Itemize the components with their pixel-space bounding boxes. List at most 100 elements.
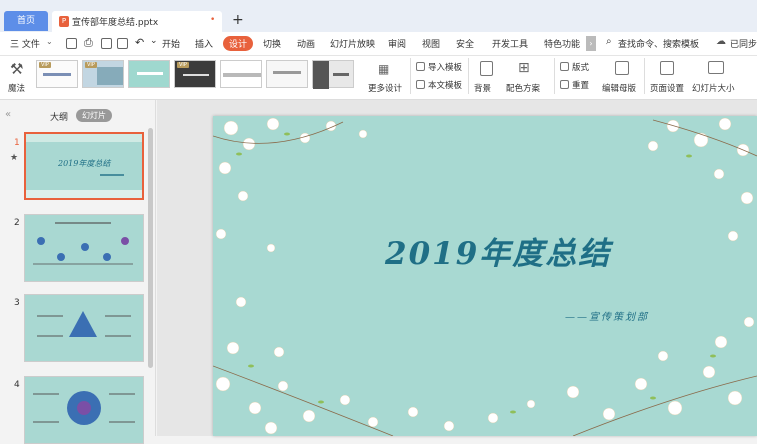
tab-document[interactable]: P 宣传部年度总结.pptx • (52, 11, 222, 32)
slide-thumbnail-1[interactable]: 2019年度总结 (24, 132, 144, 200)
ribbon-divider (644, 58, 645, 94)
template-icon (416, 80, 425, 89)
slide-number: 4 (14, 380, 20, 390)
undo-icon[interactable]: ↶ (135, 36, 144, 49)
slide-number: 2 (14, 218, 20, 228)
edit-master-label: 编辑母版 (602, 84, 637, 94)
file-menu[interactable]: 三 文件 (10, 37, 40, 50)
magic-label: 魔法 (8, 84, 26, 94)
tab-slides[interactable]: 幻灯片 (76, 109, 112, 122)
reset-button[interactable]: 重置 (558, 78, 600, 92)
layout-icon (560, 62, 569, 71)
vip-badge: VIP (85, 62, 97, 68)
color-scheme-icon: ⊞ (518, 60, 530, 76)
thumb-title: 2019年度总结 (58, 159, 111, 168)
cloud-sync-icon[interactable]: ☁ (716, 36, 726, 47)
slide-thumbnail-3[interactable] (24, 294, 144, 362)
chevron-down-icon[interactable]: ⌄ (46, 37, 53, 46)
design-ribbon: ⚒ 魔法 VIP VIP VIP ▦ 更多设计 导入模板 本文模板 背景 ⊞ 配… (0, 56, 757, 100)
template-thumb-7[interactable] (312, 60, 354, 89)
print-preview-icon[interactable]: ⎙ (84, 36, 93, 50)
edit-master-button[interactable]: 编辑母版 (602, 58, 642, 96)
this-template-button[interactable]: 本文模板 (414, 78, 466, 92)
tab-bar: 首页 P 宣传部年度总结.pptx • + (0, 0, 757, 32)
slide-title[interactable]: 2019年度总结 (385, 228, 611, 273)
menu-design[interactable]: 设计 (223, 36, 254, 51)
command-search[interactable]: 查找命令、搜索模板 (618, 37, 699, 50)
background-button[interactable]: 背景 (472, 58, 500, 96)
ribbon-divider (410, 58, 411, 94)
magic-wand-icon: ⚒ (10, 60, 24, 78)
page-setup-icon (660, 61, 674, 75)
slide-number: 3 (14, 298, 20, 308)
menu-transition[interactable]: 切换 (263, 37, 281, 50)
this-template-label: 本文模板 (428, 81, 463, 91)
menu-security[interactable]: 安全 (456, 37, 474, 50)
new-tab-button[interactable]: + (232, 12, 244, 28)
ribbon-divider (468, 58, 469, 94)
more-design-label: 更多设计 (368, 84, 403, 94)
tab-home[interactable]: 首页 (4, 11, 48, 31)
template-thumb-5[interactable] (220, 60, 262, 88)
slide-size-label: 幻灯片大小 (692, 84, 735, 94)
menu-developer[interactable]: 开发工具 (492, 37, 528, 50)
import-template-button[interactable]: 导入模板 (414, 60, 466, 74)
ribbon-divider (554, 58, 555, 94)
layout-label: 版式 (572, 63, 590, 73)
template-thumb-2[interactable]: VIP (82, 60, 124, 88)
more-design-button[interactable]: ▦ 更多设计 (366, 58, 404, 96)
search-icon[interactable]: ⌕ (606, 36, 612, 47)
unsaved-indicator: • (210, 15, 216, 25)
sync-status[interactable]: 已同步 (730, 37, 757, 50)
menu-insert[interactable]: 插入 (195, 37, 213, 50)
menu-start[interactable]: 开始 (162, 37, 180, 50)
color-scheme-button[interactable]: ⊞ 配色方案 (504, 58, 548, 96)
print-icon[interactable] (101, 38, 112, 49)
slide-master-icon (615, 61, 629, 75)
vip-badge: VIP (177, 62, 189, 68)
slide-size-icon (708, 61, 724, 74)
magic-button[interactable]: ⚒ 魔法 (6, 58, 30, 96)
template-thumb-6[interactable] (266, 60, 308, 88)
editing-canvas: 2019年度总结 ——宣传策划部 (157, 100, 757, 436)
template-thumb-4[interactable]: VIP (174, 60, 216, 88)
page-setup-label: 页面设置 (650, 84, 685, 94)
slide-number: 1 (14, 138, 20, 148)
menu-bar: 三 文件 ⌄ ⎙ ↶ ⌄ 开始 插入 设计 切换 动画 幻灯片放映 审阅 视图 … (0, 32, 757, 56)
collapse-panel-icon[interactable]: « (5, 109, 11, 120)
grid-icon: ▦ (378, 62, 390, 76)
color-scheme-label: 配色方案 (506, 84, 541, 94)
menu-animation[interactable]: 动画 (297, 37, 315, 50)
menu-scroll-right-icon[interactable]: › (586, 36, 596, 51)
template-thumb-3[interactable] (128, 60, 170, 88)
reset-label: 重置 (572, 81, 590, 91)
slide-size-button[interactable]: 幻灯片大小 (690, 58, 746, 96)
panel-scrollbar[interactable] (148, 128, 153, 368)
document-tab-label: 宣传部年度总结.pptx (72, 18, 159, 28)
import-template-label: 导入模板 (428, 63, 463, 73)
slide-subtitle[interactable]: ——宣传策划部 (565, 308, 649, 323)
menu-view[interactable]: 视图 (422, 37, 440, 50)
import-icon (416, 62, 425, 71)
menu-slideshow[interactable]: 幻灯片放映 (330, 37, 375, 50)
background-label: 背景 (474, 84, 492, 94)
slide-thumbnail-4[interactable] (24, 376, 144, 444)
page-setup-button[interactable]: 页面设置 (648, 58, 688, 96)
current-slide[interactable]: 2019年度总结 ——宣传策划部 (213, 116, 757, 436)
presentation-file-icon: P (59, 16, 69, 27)
slide-thumbnail-2[interactable] (24, 214, 144, 282)
slides-panel: « 大纲 幻灯片 1 ★ 2019年度总结 2 3 4 (0, 100, 156, 444)
layout-button[interactable]: 版式 (558, 60, 600, 74)
more-chevron-icon[interactable]: ⌄ (150, 36, 158, 46)
vip-badge: VIP (39, 62, 51, 68)
menu-review[interactable]: 审阅 (388, 37, 406, 50)
export-icon[interactable] (117, 38, 128, 49)
star-icon: ★ (10, 153, 19, 163)
save-icon[interactable] (66, 38, 77, 49)
blossom-decoration (213, 117, 757, 436)
reset-icon (560, 80, 569, 89)
background-icon (480, 61, 493, 76)
tab-outline[interactable]: 大纲 (50, 110, 68, 123)
menu-features[interactable]: 特色功能 (544, 37, 580, 50)
template-thumb-1[interactable]: VIP (36, 60, 78, 88)
